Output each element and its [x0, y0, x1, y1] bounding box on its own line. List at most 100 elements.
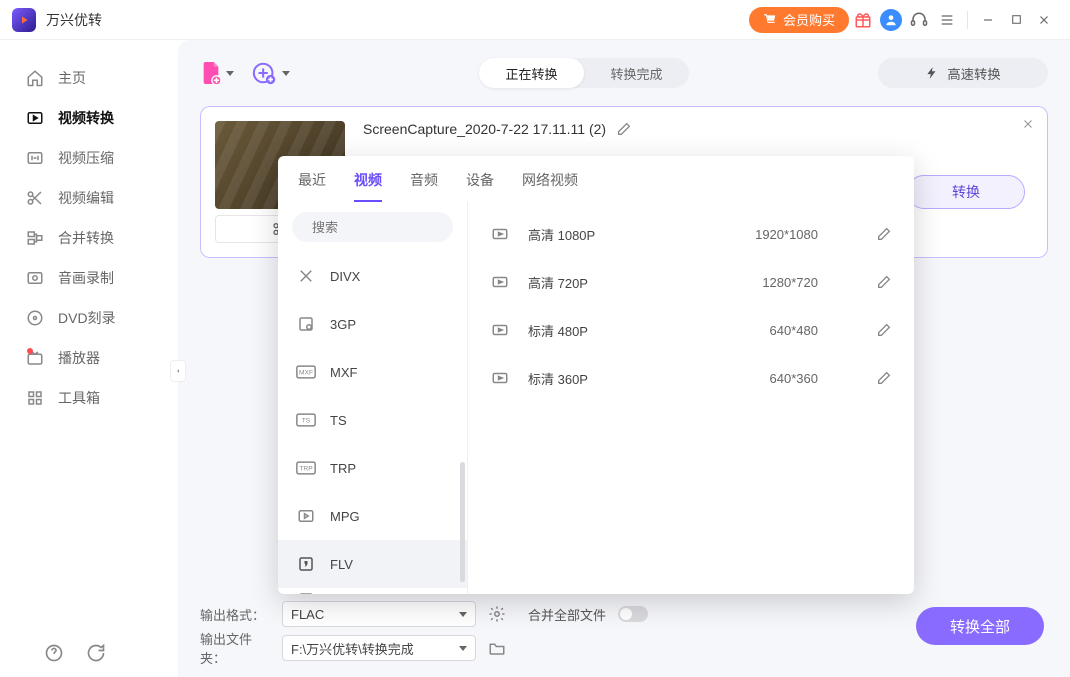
tab-converting[interactable]: 正在转换 — [479, 58, 584, 88]
output-format-value: FLAC — [291, 607, 324, 622]
edit-preset-icon[interactable] — [876, 370, 892, 386]
popover-tab-webvideo[interactable]: 网络视频 — [522, 170, 578, 202]
format-icon — [296, 590, 316, 594]
edit-preset-icon[interactable] — [876, 274, 892, 290]
format-scrollbar[interactable] — [460, 462, 465, 582]
feedback-icon[interactable] — [86, 643, 106, 663]
rename-icon[interactable] — [616, 121, 632, 137]
format-search[interactable] — [292, 212, 453, 242]
task-close-button[interactable] — [1021, 117, 1035, 131]
menu-icon[interactable] — [933, 6, 961, 34]
output-format-select[interactable]: FLAC — [282, 601, 476, 627]
format-item-trp[interactable]: TRPTRP — [278, 444, 467, 492]
sidebar-item-label: 合并转换 — [58, 228, 114, 248]
preset-row[interactable]: 标清 480P 640*480 — [468, 306, 914, 354]
popover-tab-audio[interactable]: 音频 — [410, 170, 438, 202]
minimize-button[interactable] — [974, 6, 1002, 34]
sidebar-item-label: 视频编辑 — [58, 188, 114, 208]
sidebar-item-player[interactable]: 播放器 — [0, 338, 178, 378]
format-item-f4v[interactable]: F4V — [278, 588, 467, 594]
sidebar-item-toolbox[interactable]: 工具箱 — [0, 378, 178, 418]
format-item-mxf[interactable]: MXFMXF — [278, 348, 467, 396]
compress-icon — [26, 149, 44, 167]
sidebar-item-merge[interactable]: 合并转换 — [0, 218, 178, 258]
sidebar-item-label: 主页 — [58, 68, 86, 88]
preset-list: 高清 1080P 1920*1080 高清 720P 1280*720 标清 4… — [468, 202, 914, 594]
format-icon: MXF — [296, 362, 316, 382]
settings-icon[interactable] — [488, 605, 506, 623]
disc-icon — [26, 309, 44, 327]
app-name: 万兴优转 — [46, 10, 102, 30]
sidebar-item-label: DVD刻录 — [58, 308, 116, 328]
record-icon — [26, 269, 44, 287]
svg-text:TRP: TRP — [299, 466, 313, 473]
format-list[interactable]: DIVX 3GP MXFMXF TSTS TRPTRP MPG FLV F4V — [278, 252, 467, 594]
format-icon — [296, 554, 316, 574]
popover-tab-device[interactable]: 设备 — [466, 170, 494, 202]
buy-label: 会员购买 — [783, 10, 835, 29]
add-folder-button[interactable] — [252, 61, 290, 85]
tab-done[interactable]: 转换完成 — [584, 58, 689, 88]
sidebar-item-label: 音画录制 — [58, 268, 114, 288]
sidebar-item-label: 视频压缩 — [58, 148, 114, 168]
app-logo — [12, 8, 36, 32]
open-folder-icon[interactable] — [488, 639, 506, 657]
format-search-input[interactable] — [312, 220, 488, 235]
sidebar-item-video-edit[interactable]: 视频编辑 — [0, 178, 178, 218]
format-item-3gp[interactable]: 3GP — [278, 300, 467, 348]
video-convert-icon — [26, 109, 44, 127]
fast-convert-button[interactable]: 高速转换 — [878, 58, 1048, 88]
video-icon — [490, 272, 510, 292]
output-folder-label: 输出文件夹： — [200, 629, 270, 667]
merge-icon — [26, 229, 44, 247]
help-icon[interactable] — [44, 643, 64, 663]
merge-all-toggle[interactable] — [618, 606, 648, 622]
task-filename: ScreenCapture_2020-7-22 17.11.11 (2) — [363, 121, 606, 137]
edit-preset-icon[interactable] — [876, 226, 892, 242]
sidebar-item-label: 视频转换 — [58, 108, 114, 128]
support-icon[interactable] — [905, 6, 933, 34]
sidebar-item-video-compress[interactable]: 视频压缩 — [0, 138, 178, 178]
preset-row[interactable]: 高清 1080P 1920*1080 — [468, 210, 914, 258]
lightning-icon — [925, 66, 939, 80]
sidebar-item-video-convert[interactable]: 视频转换 — [0, 98, 178, 138]
format-item-flv[interactable]: FLV — [278, 540, 467, 588]
sidebar-item-home[interactable]: 主页 — [0, 58, 178, 98]
gift-icon[interactable] — [849, 6, 877, 34]
convert-all-button[interactable]: 转换全部 — [916, 607, 1044, 645]
chevron-down-icon — [282, 71, 290, 76]
scissors-icon — [26, 189, 44, 207]
format-item-mpg[interactable]: MPG — [278, 492, 467, 540]
edit-preset-icon[interactable] — [876, 322, 892, 338]
preset-row[interactable]: 标清 360P 640*360 — [468, 354, 914, 402]
convert-button[interactable]: 转换 — [907, 175, 1025, 209]
format-item-divx[interactable]: DIVX — [278, 252, 467, 300]
popover-tabs: 最近 视频 音频 设备 网络视频 — [278, 156, 914, 202]
buy-membership-button[interactable]: 会员购买 — [749, 7, 849, 33]
sidebar-item-dvd[interactable]: DVD刻录 — [0, 298, 178, 338]
sidebar-item-label: 工具箱 — [58, 388, 100, 408]
popover-tab-video[interactable]: 视频 — [354, 170, 382, 202]
cart-icon — [763, 13, 777, 27]
output-folder-value: F:\万兴优转\转换完成 — [291, 639, 414, 658]
sidebar: 主页 视频转换 视频压缩 视频编辑 合并转换 音画录制 DVD刻录 播放器 工具… — [0, 40, 178, 677]
chevron-down-icon — [226, 71, 234, 76]
format-icon: TS — [296, 410, 316, 430]
sidebar-item-record[interactable]: 音画录制 — [0, 258, 178, 298]
account-icon[interactable] — [877, 6, 905, 34]
add-file-button[interactable] — [200, 60, 234, 86]
close-button[interactable] — [1030, 6, 1058, 34]
maximize-button[interactable] — [1002, 6, 1030, 34]
format-icon — [296, 266, 316, 286]
format-item-ts[interactable]: TSTS — [278, 396, 467, 444]
svg-text:TS: TS — [302, 418, 311, 425]
format-icon — [296, 506, 316, 526]
chevron-down-icon — [459, 612, 467, 617]
output-folder-select[interactable]: F:\万兴优转\转换完成 — [282, 635, 476, 661]
chevron-down-icon — [459, 646, 467, 651]
sidebar-collapse-handle[interactable] — [170, 360, 186, 382]
sidebar-item-label: 播放器 — [58, 348, 100, 368]
preset-row[interactable]: 高清 720P 1280*720 — [468, 258, 914, 306]
merge-all-label: 合并全部文件 — [528, 605, 606, 624]
popover-tab-recent[interactable]: 最近 — [298, 170, 326, 202]
